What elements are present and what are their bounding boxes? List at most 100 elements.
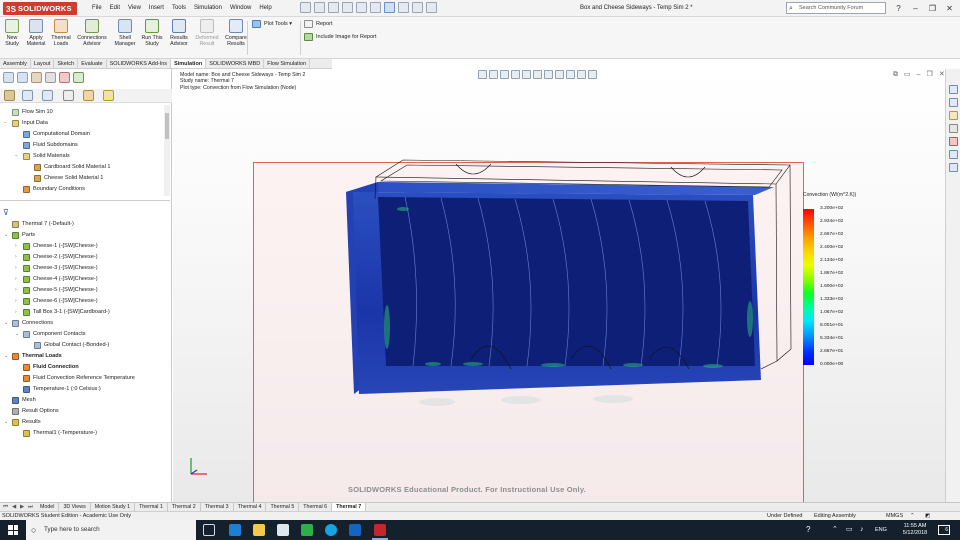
expand-toggle-icon[interactable]: ⌄ [15, 329, 21, 340]
flow-tree-scrollbar[interactable] [164, 105, 170, 196]
undo-icon[interactable] [370, 2, 381, 13]
menu-tools[interactable]: Tools [168, 0, 190, 17]
status-expand-icon[interactable]: ⌃ [910, 512, 915, 520]
task-view-icon[interactable] [203, 524, 215, 536]
menu-help[interactable]: Help [255, 0, 275, 17]
config-tab-icon[interactable] [31, 72, 42, 83]
forum-icon[interactable] [949, 163, 958, 172]
sim_tree-item[interactable]: › Cheese-6 (-[SW]Cheese-) [0, 296, 168, 307]
solidworks-logo[interactable]: 3S SOLIDWORKS [3, 2, 77, 15]
filter-icon[interactable]: ⊽ [3, 208, 9, 217]
study-tab[interactable]: Thermal 6 [299, 503, 333, 511]
flow_tree-item[interactable]: Cheese Solid Material 1 [0, 173, 168, 184]
minimize-icon[interactable]: – [907, 0, 924, 17]
display-tab-icon[interactable] [59, 72, 70, 83]
sim_tree-item[interactable]: › Cheese-2 (-[SW]Cheese-) [0, 252, 168, 263]
excel-icon[interactable] [301, 524, 313, 536]
thermal-loads-button[interactable]: Thermal Loads [50, 19, 72, 57]
prev-tab-icon[interactable]: ◀ [12, 503, 16, 511]
deformed-result-button[interactable]: Deformed Result [194, 19, 220, 57]
sim_tree-item[interactable]: Thermal 7 (-Default-) [0, 219, 168, 230]
select-pointer-icon[interactable] [384, 2, 395, 13]
rebuild-icon[interactable] [398, 2, 409, 13]
flow-tab-icon[interactable] [73, 72, 84, 83]
include-image-button[interactable]: Include Image for Report [304, 32, 377, 42]
sim_tree-item[interactable]: ⌄ Thermal Loads [0, 351, 168, 362]
expand-toggle-icon[interactable]: › [15, 263, 21, 274]
appearances-icon[interactable] [949, 137, 958, 146]
sensor-icon[interactable] [4, 90, 15, 101]
expand-toggle-icon[interactable]: ⌄ [4, 417, 10, 428]
expand-toggle-icon[interactable]: ⌄ [4, 351, 10, 362]
expand-toggle-icon[interactable]: ⌄ [4, 318, 10, 329]
sim_tree-item[interactable]: Global Contact (-Bonded-) [0, 340, 168, 351]
menu-window[interactable]: Window [226, 0, 255, 17]
sim_tree-item[interactable]: Fluid Convection Reference Temperature [0, 373, 168, 384]
expand-toggle-icon[interactable]: › [15, 285, 21, 296]
sim_tree-item[interactable]: ⌄ Connections [0, 318, 168, 329]
search-community-input[interactable]: ⌕ Search Community Forum [786, 2, 886, 14]
property-tab-icon[interactable] [17, 72, 28, 83]
compare-results-button[interactable]: Compare Results [222, 19, 250, 57]
expand-toggle-icon[interactable]: › [15, 307, 21, 318]
solidworks-taskbar-icon[interactable] [374, 524, 386, 536]
sim_tree-item[interactable]: › Cheese-1 (-[SW]Cheese-) [0, 241, 168, 252]
tab-sketch[interactable]: Sketch [54, 59, 79, 68]
study-tab[interactable]: 3D Views [59, 503, 91, 511]
flow_tree-item[interactable]: − Input Data [0, 118, 168, 129]
sim_tree-item[interactable]: › Tall Box 3-1 (-[SW]Cardboard-) [0, 307, 168, 318]
file-properties-icon[interactable] [412, 2, 423, 13]
network-icon[interactable]: ▭ [846, 520, 853, 540]
connections-advisor-button[interactable]: Connections Advisor [75, 19, 109, 57]
report-button[interactable]: Report [304, 19, 333, 29]
menu-file[interactable]: File [88, 0, 106, 17]
sim_tree-item[interactable]: Thermal1 (-Temperature-) [0, 428, 168, 439]
sim_tree-item[interactable]: Result Options [0, 406, 168, 417]
tray-expand-icon[interactable]: ⌃ [832, 520, 838, 540]
flow_tree-item[interactable]: Flow Sim 10 [0, 107, 168, 118]
tab-addins[interactable]: SOLIDWORKS Add-Ins [107, 59, 172, 68]
color-legend[interactable]: Convection (W/(m^2.K)) 3.200e+02 2.934e+0… [801, 192, 911, 372]
expand-toggle-icon[interactable]: ⌄ [4, 230, 10, 241]
tab-mbd[interactable]: SOLIDWORKS MBD [206, 59, 265, 68]
menu-simulation[interactable]: Simulation [190, 0, 226, 17]
solidworks-resources-icon[interactable] [949, 85, 958, 94]
study-tab[interactable]: Thermal 5 [266, 503, 300, 511]
expand-toggle-icon[interactable]: › [15, 241, 21, 252]
expand-toggle-icon[interactable]: − [4, 118, 10, 129]
plot-tools-button[interactable]: Plot Tools ▾ [252, 19, 292, 29]
flow_tree-item[interactable]: − Solid Materials [0, 151, 168, 162]
menu-insert[interactable]: Insert [145, 0, 168, 17]
sim_tree-item[interactable]: ⌄ Results [0, 417, 168, 428]
study-tab[interactable]: Thermal 3 [201, 503, 234, 511]
pie-icon[interactable] [83, 90, 94, 101]
dimxpert-tab-icon[interactable] [45, 72, 56, 83]
feature-tree-tab-icon[interactable] [3, 72, 14, 83]
last-tab-icon[interactable]: ⏭ [28, 503, 33, 511]
taskbar-search-box[interactable]: ○ Type here to search [26, 520, 196, 540]
study-tab[interactable]: Thermal 2 [168, 503, 201, 511]
list-icon[interactable] [22, 90, 33, 101]
next-tab-icon[interactable]: ▶ [20, 503, 24, 511]
study-tab[interactable]: Thermal 7 [332, 503, 367, 511]
results-advisor-button[interactable]: Results Advisor [167, 19, 191, 57]
first-tab-icon[interactable]: ⏮ [3, 503, 8, 511]
flow_tree-item[interactable]: Fluid Subdomains [0, 140, 168, 151]
help-tray-icon[interactable]: ? [806, 520, 810, 540]
sim_tree-item[interactable]: › Cheese-3 (-[SW]Cheese-) [0, 263, 168, 274]
store-icon[interactable] [277, 524, 289, 536]
options-gear-icon[interactable] [426, 2, 437, 13]
notifications-icon[interactable]: 6 [938, 525, 950, 535]
new-study-button[interactable]: New Study [3, 19, 21, 57]
new-document-icon[interactable] [314, 2, 325, 13]
open-folder-icon[interactable] [328, 2, 339, 13]
shell-manager-button[interactable]: Shell Manager [111, 19, 139, 57]
scroll-thumb[interactable] [165, 113, 169, 139]
save-icon[interactable] [342, 2, 353, 13]
expand-toggle-icon[interactable]: − [15, 151, 21, 162]
tree-icon[interactable] [42, 90, 53, 101]
target-icon[interactable] [63, 90, 74, 101]
view-palette-icon[interactable] [949, 124, 958, 133]
windows-start-icon[interactable] [8, 525, 18, 535]
home-icon[interactable] [300, 2, 311, 13]
